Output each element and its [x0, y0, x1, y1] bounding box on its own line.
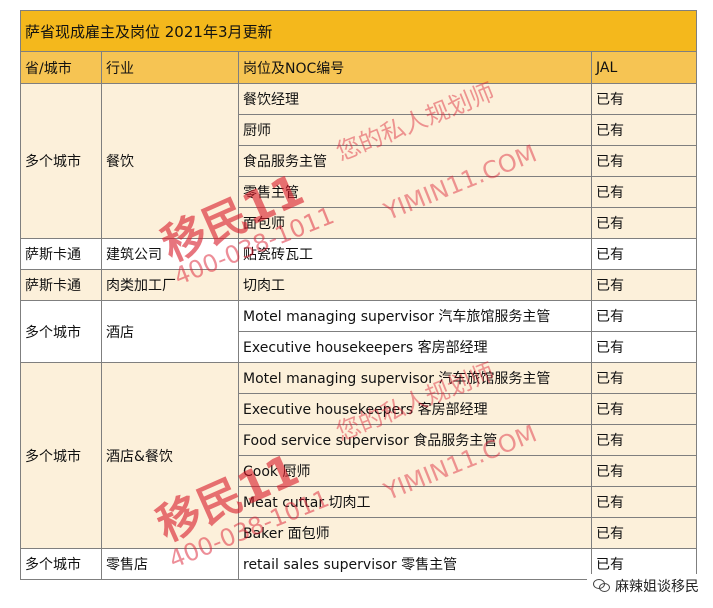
cell-province: 萨斯卡通: [20, 238, 102, 270]
cell-province: 多个城市: [20, 362, 102, 549]
cell-job: 零售主管: [238, 176, 592, 208]
cell-industry: 肉类加工厂: [101, 269, 239, 301]
wechat-icon: [593, 579, 611, 593]
table-row: 萨斯卡通 建筑公司 贴瓷砖瓦工 已有: [20, 238, 697, 270]
cell-industry: 零售店: [101, 548, 239, 580]
header-jal: JAL: [591, 51, 697, 84]
cell-jal: 已有: [591, 486, 697, 518]
cell-industry: 酒店: [101, 300, 239, 363]
cell-job: Cook 厨师: [238, 455, 592, 487]
wechat-badge: 麻辣姐谈移民: [587, 574, 705, 598]
cell-province: 多个城市: [20, 548, 102, 580]
header-province: 省/城市: [20, 51, 102, 84]
table-title-row: 萨省现成雇主及岗位 2021年3月更新: [20, 10, 697, 52]
cell-job: 餐饮经理: [238, 83, 592, 115]
cell-province: 萨斯卡通: [20, 269, 102, 301]
table-row: 多个城市 酒店 Motel managing supervisor 汽车旅馆服务主管…: [20, 300, 697, 363]
cell-industry: 建筑公司: [101, 238, 239, 270]
cell-job: Food service supervisor 食品服务主管: [238, 424, 592, 456]
cell-jal: 已有: [591, 517, 697, 549]
table-row: 多个城市 酒店&餐饮 Motel managing supervisor 汽车旅馆服…: [20, 362, 697, 549]
cell-job: Executive housekeepers 客房部经理: [238, 331, 592, 363]
cell-job: 贴瓷砖瓦工: [238, 238, 592, 270]
cell-jal: 已有: [591, 424, 697, 456]
cell-jal: 已有: [591, 238, 697, 270]
cell-job: Baker 面包师: [238, 517, 592, 549]
header-job: 岗位及NOC编号: [238, 51, 592, 84]
cell-jal: 已有: [591, 300, 697, 332]
cell-jal: 已有: [591, 455, 697, 487]
cell-jal: 已有: [591, 83, 697, 115]
cell-jal: 已有: [591, 114, 697, 146]
table-row: 萨斯卡通 肉类加工厂 切肉工 已有: [20, 269, 697, 301]
table-row: 多个城市 餐饮 餐饮经理 已有: [20, 83, 697, 239]
cell-jal: 已有: [591, 393, 697, 425]
cell-jal: 已有: [591, 145, 697, 177]
cell-jal: 已有: [591, 176, 697, 208]
table-title: 萨省现成雇主及岗位 2021年3月更新: [20, 10, 697, 52]
cell-job: 厨师: [238, 114, 592, 146]
cell-job: 面包师: [238, 207, 592, 239]
cell-job: retail sales supervisor 零售主管: [238, 548, 592, 580]
cell-province: 多个城市: [20, 83, 102, 239]
cell-job: Meat cuttar 切肉工: [238, 486, 592, 518]
cell-jal: 已有: [591, 269, 697, 301]
cell-industry: 餐饮: [101, 83, 239, 239]
employer-table: 萨省现成雇主及岗位 2021年3月更新 省/城市 行业 岗位及NOC编号 JAL…: [20, 10, 697, 580]
cell-job: 食品服务主管: [238, 145, 592, 177]
cell-province: 多个城市: [20, 300, 102, 363]
cell-jal: 已有: [591, 362, 697, 394]
cell-industry: 酒店&餐饮: [101, 362, 239, 549]
badge-text: 麻辣姐谈移民: [615, 579, 699, 595]
table-header-row: 省/城市 行业 岗位及NOC编号 JAL: [20, 51, 697, 84]
cell-job: Motel managing supervisor 汽车旅馆服务主管: [238, 300, 592, 332]
cell-jal: 已有: [591, 207, 697, 239]
cell-job: Executive housekeepers 客房部经理: [238, 393, 592, 425]
cell-job: 切肉工: [238, 269, 592, 301]
cell-jal: 已有: [591, 331, 697, 363]
cell-job: Motel managing supervisor 汽车旅馆服务主管: [238, 362, 592, 394]
header-industry: 行业: [101, 51, 239, 84]
